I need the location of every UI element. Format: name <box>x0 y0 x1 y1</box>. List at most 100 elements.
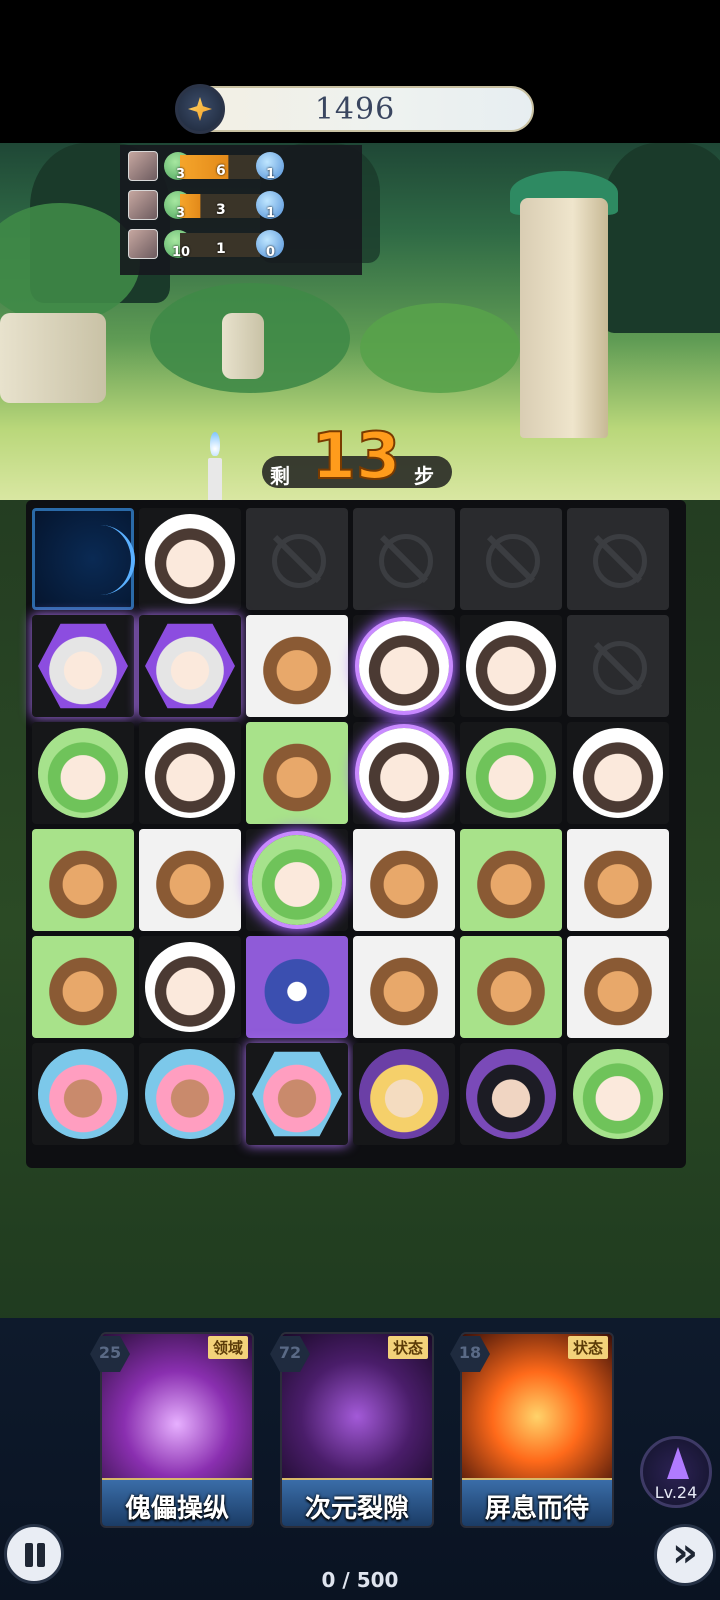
tiger-piece-icon <box>466 835 556 925</box>
score-value: 1496 <box>314 92 396 127</box>
board-cell[interactable] <box>246 936 348 1038</box>
green-count: 3 <box>176 206 186 221</box>
locked-cell <box>353 508 455 610</box>
board-cell[interactable] <box>460 722 562 824</box>
cat-piece-icon <box>359 728 449 818</box>
pink-piece-icon <box>252 1051 342 1137</box>
tiger-piece-icon <box>38 835 128 925</box>
hero-portrait <box>128 229 158 259</box>
board-cell[interactable] <box>32 1043 134 1145</box>
pink-piece-icon <box>145 1049 235 1139</box>
star-gem-icon <box>175 84 225 134</box>
hood-piece-icon <box>38 623 128 709</box>
team-row: 1 10 0 <box>128 227 284 263</box>
tiger-piece-icon <box>252 621 342 711</box>
board-cell[interactable] <box>246 722 348 824</box>
steps-suffix: 步 <box>414 464 434 488</box>
board-cell[interactable] <box>32 936 134 1038</box>
tiger-piece-icon <box>38 942 128 1032</box>
team-row: 3 3 1 <box>128 188 284 224</box>
board-cell[interactable] <box>32 615 134 717</box>
cat-green-piece-icon <box>252 835 342 925</box>
hero-figure-icon <box>667 1447 689 1479</box>
hero-portrait <box>128 151 158 181</box>
card-name: 傀儡操纵 <box>124 1494 229 1524</box>
charge-bar: 1 <box>180 233 260 257</box>
board-cell[interactable] <box>460 829 562 931</box>
board-cell[interactable] <box>246 829 348 931</box>
blue-count: 0 <box>266 245 276 260</box>
board-cell[interactable] <box>139 829 241 931</box>
board-cell[interactable] <box>567 1043 669 1145</box>
blue-count: 1 <box>266 206 276 221</box>
board-cell[interactable] <box>32 829 134 931</box>
ninja-piece-icon <box>466 1049 556 1139</box>
locked-cell <box>567 615 669 717</box>
card-name: 次元裂隙 <box>304 1494 409 1524</box>
blonde-piece-icon <box>359 1049 449 1139</box>
charge-bar: 3 <box>180 194 260 218</box>
tiger-piece-icon <box>466 942 556 1032</box>
cat-green-piece-icon <box>38 728 128 818</box>
monster-piece-icon <box>252 942 342 1032</box>
board-cell[interactable] <box>139 615 241 717</box>
board-cell[interactable] <box>567 829 669 931</box>
cat-piece-icon <box>145 514 235 604</box>
board-cell[interactable] <box>32 722 134 824</box>
score-display: 1496 <box>176 86 534 132</box>
board-cell[interactable] <box>139 508 241 610</box>
steps-count: 13 <box>310 419 401 495</box>
tiger-piece-icon <box>359 942 449 1032</box>
board-cell[interactable] <box>460 936 562 1038</box>
board-cell[interactable] <box>139 936 241 1038</box>
level-label: Lv.24 <box>654 1483 698 1502</box>
cat-green-piece-icon <box>573 1049 663 1139</box>
board-cell[interactable] <box>353 1043 455 1145</box>
locked-cell <box>567 508 669 610</box>
board-cell[interactable] <box>353 722 455 824</box>
candle-flame-icon <box>210 432 220 456</box>
tiger-piece-icon <box>145 835 235 925</box>
steps-remaining: 剩 13 步 <box>262 419 452 500</box>
progress-counter: 0 / 500 <box>321 1568 399 1592</box>
locked-cell <box>460 508 562 610</box>
green-count: 10 <box>172 245 191 260</box>
cat-piece-icon <box>359 621 449 711</box>
board-cell[interactable] <box>139 1043 241 1145</box>
locked-cell <box>246 508 348 610</box>
cat-piece-icon <box>145 728 235 818</box>
cat-piece-icon <box>466 621 556 711</box>
tiger-piece-icon <box>573 835 663 925</box>
hero-portrait <box>128 190 158 220</box>
steps-prefix: 剩 <box>270 464 290 488</box>
cat-green-piece-icon <box>466 728 556 818</box>
board-cell[interactable] <box>353 829 455 931</box>
green-count: 3 <box>176 167 186 182</box>
player-level-badge[interactable]: Lv.24 <box>640 1436 712 1508</box>
crescent-moon-icon <box>65 525 135 595</box>
team-panel: 6 3 1 3 3 1 1 10 0 <box>120 145 362 275</box>
board-cell[interactable] <box>460 615 562 717</box>
charge-bar: 6 <box>180 155 260 179</box>
card-tag: 状态 <box>387 1336 428 1359</box>
board-cell[interactable] <box>567 936 669 1038</box>
team-row: 6 3 1 <box>128 149 284 185</box>
board-cell[interactable] <box>139 722 241 824</box>
pink-piece-icon <box>38 1049 128 1139</box>
cat-piece-icon <box>573 728 663 818</box>
board-cell[interactable] <box>460 1043 562 1145</box>
card-tag: 状态 <box>567 1336 608 1359</box>
cat-piece-icon <box>145 942 235 1032</box>
portal-cell[interactable] <box>32 508 135 610</box>
match-board[interactable] <box>26 500 686 1168</box>
board-cell[interactable] <box>353 936 455 1038</box>
blue-count: 1 <box>266 167 276 182</box>
board-cell[interactable] <box>246 615 348 717</box>
hood-piece-icon <box>145 623 235 709</box>
board-cell[interactable] <box>567 722 669 824</box>
tiger-piece-icon <box>252 728 342 818</box>
card-name: 屏息而待 <box>484 1494 589 1524</box>
board-cell[interactable] <box>353 615 455 717</box>
board-cell[interactable] <box>246 1043 348 1145</box>
candle-icon <box>208 458 222 502</box>
